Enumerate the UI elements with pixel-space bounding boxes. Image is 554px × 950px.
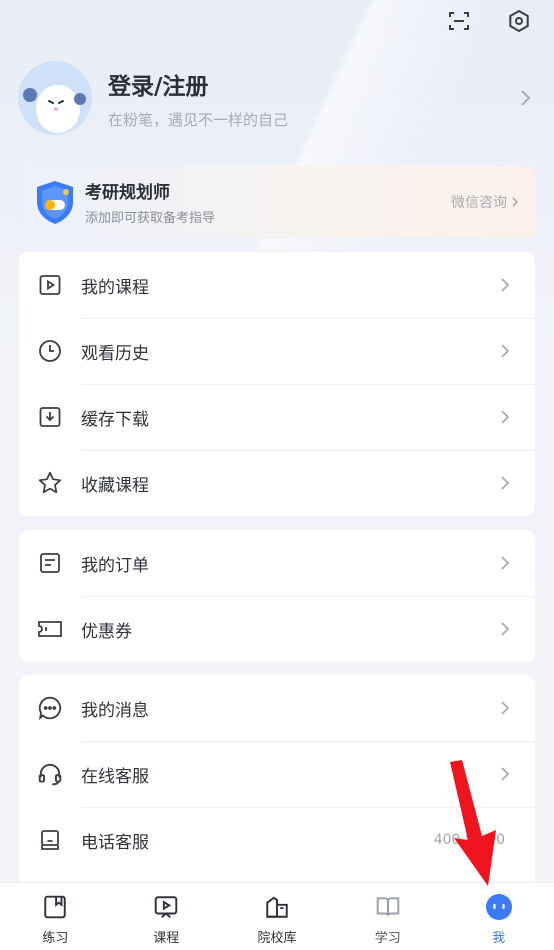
scan-icon[interactable] bbox=[446, 8, 472, 34]
phone-icon bbox=[37, 827, 63, 853]
profile-subtitle: 在粉笔，遇见不一样的自己 bbox=[108, 110, 289, 129]
shield-badge-icon bbox=[33, 178, 77, 226]
play-box-icon bbox=[37, 272, 63, 298]
chevron-right-icon bbox=[501, 767, 510, 781]
menu-card-courses: 我的课程 观看历史 缓存下载 收藏课程 bbox=[19, 252, 535, 516]
menu-item-favorite-courses[interactable]: 收藏课程 bbox=[19, 450, 535, 516]
menu-item-label: 观看历史 bbox=[81, 343, 149, 364]
chevron-right-icon bbox=[501, 278, 510, 292]
tab-label: 练习 bbox=[42, 931, 69, 946]
download-icon bbox=[37, 404, 63, 430]
menu-item-label: 缓存下载 bbox=[81, 409, 149, 430]
planner-subtitle: 添加即可获取备考指导 bbox=[85, 211, 216, 226]
tab-label: 我 bbox=[492, 931, 506, 946]
top-actions bbox=[446, 8, 532, 34]
tab-practice[interactable]: 练习 bbox=[0, 883, 111, 950]
bookmark-book-icon bbox=[41, 893, 69, 921]
menu-item-phone-service[interactable]: 电话客服 400 85 00 bbox=[19, 807, 535, 873]
menu-item-downloads[interactable]: 缓存下载 bbox=[19, 384, 535, 450]
chevron-right-icon bbox=[501, 410, 510, 424]
menu-item-my-orders[interactable]: 我的订单 bbox=[19, 530, 535, 596]
menu-item-watch-history[interactable]: 观看历史 bbox=[19, 318, 535, 384]
order-icon bbox=[37, 550, 63, 576]
menu-item-my-courses[interactable]: 我的课程 bbox=[19, 252, 535, 318]
open-book-icon bbox=[374, 893, 402, 921]
wechat-consult-link[interactable]: 微信咨询 bbox=[451, 192, 519, 212]
tab-school-library[interactable]: 院校库 bbox=[222, 883, 333, 950]
video-icon bbox=[152, 893, 180, 921]
tab-courses[interactable]: 课程 bbox=[111, 883, 222, 950]
login-register-entry[interactable]: 登录/注册 在粉笔，遇见不一样的自己 bbox=[18, 60, 536, 136]
menu-card-orders: 我的订单 优惠券 bbox=[19, 530, 535, 662]
menu-item-label: 我的课程 bbox=[81, 277, 149, 298]
menu-item-label: 优惠券 bbox=[81, 621, 132, 642]
chevron-right-icon bbox=[501, 622, 510, 636]
planner-title: 考研规划师 bbox=[85, 183, 170, 203]
chat-icon bbox=[37, 695, 63, 721]
chevron-right-icon bbox=[521, 90, 531, 106]
tab-me[interactable]: 我 bbox=[443, 883, 554, 950]
chevron-right-icon bbox=[501, 476, 510, 490]
clock-icon bbox=[37, 338, 63, 364]
menu-item-label: 我的消息 bbox=[81, 700, 149, 721]
chevron-right-icon bbox=[501, 344, 510, 358]
coupon-icon bbox=[37, 616, 63, 642]
profile-title: 登录/注册 bbox=[108, 73, 209, 100]
wechat-consult-label: 微信咨询 bbox=[451, 195, 507, 211]
tab-label: 学习 bbox=[374, 931, 401, 946]
chevron-right-icon bbox=[501, 701, 510, 715]
star-icon bbox=[37, 470, 63, 496]
school-icon bbox=[263, 893, 291, 921]
menu-item-label: 电话客服 bbox=[81, 832, 149, 853]
menu-item-label: 在线客服 bbox=[81, 766, 149, 787]
menu-item-coupons[interactable]: 优惠券 bbox=[19, 596, 535, 662]
chevron-right-icon bbox=[501, 556, 510, 570]
chevron-right-icon bbox=[512, 197, 519, 207]
headset-icon bbox=[37, 761, 63, 787]
me-icon bbox=[485, 893, 513, 921]
avatar bbox=[18, 61, 92, 135]
settings-icon[interactable] bbox=[506, 8, 532, 34]
phone-number: 400 85 00 bbox=[433, 832, 505, 848]
menu-item-label: 我的订单 bbox=[81, 555, 149, 576]
menu-item-my-messages[interactable]: 我的消息 bbox=[19, 675, 535, 741]
tab-label: 院校库 bbox=[257, 931, 297, 946]
exam-planner-banner[interactable]: 考研规划师 添加即可获取备考指导 微信咨询 bbox=[19, 166, 535, 238]
tab-study[interactable]: 学习 bbox=[332, 883, 443, 950]
tab-label: 课程 bbox=[153, 931, 180, 946]
bottom-tab-bar: 练习 课程 院校库 学习 我 bbox=[0, 882, 554, 950]
menu-card-service: 我的消息 在线客服 电话客服 400 85 00 bbox=[19, 675, 535, 885]
menu-item-online-service[interactable]: 在线客服 bbox=[19, 741, 535, 807]
menu-item-label: 收藏课程 bbox=[81, 475, 149, 496]
